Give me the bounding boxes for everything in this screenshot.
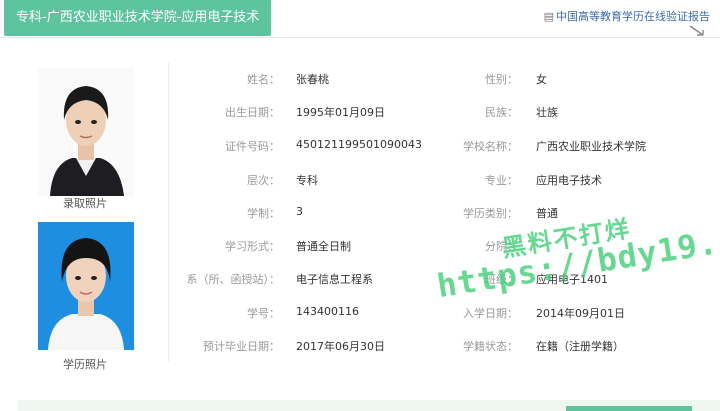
admission-photo — [38, 68, 134, 196]
dept-label: 系（所、函授站）： — [186, 273, 281, 286]
branch-label: 分院： — [485, 240, 518, 253]
admission-photo-label: 录取照片 — [63, 197, 107, 210]
class-label: 班级： — [485, 273, 518, 286]
birth-label: 出生日期： — [225, 106, 280, 119]
dept-value: 电子信息工程系 — [296, 273, 373, 286]
gender-value: 女 — [536, 73, 547, 86]
watermark-line1: 黑料不打烊 — [500, 214, 633, 263]
bottom-action-button[interactable] — [566, 406, 692, 411]
status-value: 在籍（注册学籍） — [536, 340, 624, 353]
duration-label: 学制： — [247, 207, 280, 220]
birth-value: 1995年01月09日 — [296, 106, 385, 119]
watermark-line2: https://bdy19.co — [434, 216, 720, 306]
corner-arrow-icon — [689, 25, 704, 36]
verify-report-label: 中国高等教育学历在线验证报告 — [556, 10, 710, 23]
class-value: 应用电子1401 — [536, 273, 608, 286]
degree-photo-label: 学历照片 — [63, 358, 107, 371]
ethnic-label: 民族： — [485, 106, 518, 119]
gender-label: 性别： — [485, 73, 518, 86]
student-no-label: 学号： — [247, 307, 280, 320]
header-divider — [0, 37, 720, 38]
major-value: 应用电子技术 — [536, 174, 602, 187]
level-value: 专科 — [296, 174, 318, 187]
category-label: 学历类别： — [463, 207, 518, 220]
report-icon: ▤ — [543, 10, 554, 23]
name-label: 姓名： — [247, 73, 280, 86]
category-value: 普通 — [536, 207, 558, 220]
verify-report-link[interactable]: ▤ 中国高等教育学历在线验证报告 — [544, 8, 710, 24]
level-label: 层次： — [247, 174, 280, 187]
grad-label: 预计毕业日期： — [203, 340, 280, 353]
degree-photo — [38, 222, 134, 350]
status-label: 学籍状态： — [463, 340, 518, 353]
page-title-tab: 专科-广西农业职业技术学院-应用电子技术 — [4, 0, 271, 36]
id-value: 450121199501090043 — [296, 138, 422, 151]
name-value: 张春桃 — [296, 73, 329, 86]
form-value: 普通全日制 — [296, 240, 351, 253]
enroll-label: 入学日期： — [463, 307, 518, 320]
duration-value: 3 — [296, 205, 303, 218]
major-label: 专业： — [485, 174, 518, 187]
enroll-value: 2014年09月01日 — [536, 307, 625, 320]
school-value: 广西农业职业技术学院 — [536, 140, 646, 153]
grad-value: 2017年06月30日 — [296, 340, 385, 353]
student-no-value: 143400116 — [296, 305, 359, 318]
column-divider — [168, 62, 169, 362]
id-label: 证件号码： — [225, 140, 280, 153]
ethnic-value: 壮族 — [536, 106, 558, 119]
form-label: 学习形式： — [225, 240, 280, 253]
school-label: 学校名称： — [463, 140, 518, 153]
